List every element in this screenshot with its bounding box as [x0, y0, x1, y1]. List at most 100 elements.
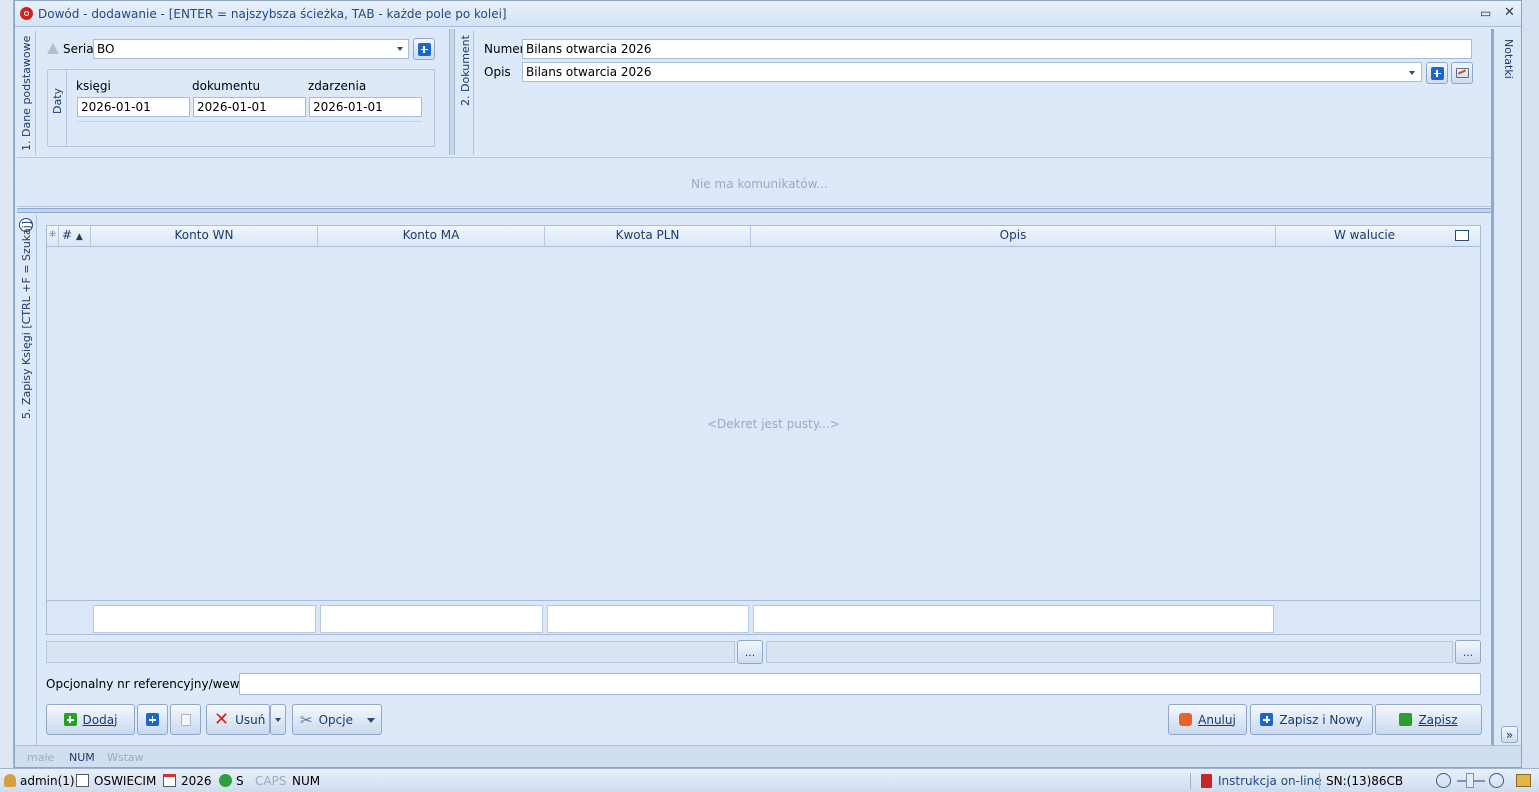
footer-konto-wn [93, 605, 316, 633]
plus-icon [417, 42, 431, 56]
column-konto-ma[interactable]: Konto MA [318, 226, 545, 246]
seria-select[interactable]: BO [93, 39, 409, 59]
grid-empty-text: <Dekret jest pusty...> [707, 417, 840, 431]
delete-entry-label: Usuń [235, 712, 266, 727]
zoom-slider-thumb[interactable] [1466, 773, 1474, 788]
horizontal-splitter[interactable] [17, 208, 1491, 213]
dates-underline [77, 121, 422, 122]
window-title: Dowód - dodawanie - [ENTER = najszybsza … [38, 7, 507, 21]
seria-icon [47, 42, 59, 54]
zdarzenia-date-field[interactable]: 2026-01-01 [309, 97, 422, 117]
online-icon [219, 774, 232, 787]
expand-button[interactable]: » [1501, 726, 1518, 743]
zoom-in-icon[interactable] [1489, 773, 1504, 788]
hash-column-header[interactable]: # ▲ [59, 226, 91, 246]
column-opis[interactable]: Opis [751, 226, 1276, 246]
background-app-strip [0, 0, 14, 768]
book-icon [1201, 774, 1212, 788]
inner-status-male: małe [27, 751, 55, 764]
sort-asc-icon: ▲ [75, 232, 83, 242]
save-and-new-button[interactable]: Zapisz i Nowy [1250, 704, 1373, 735]
document-panel: 2. Dokument Numer Bilans otwarcia 2026 O… [456, 31, 1490, 155]
ellipsis-left-button[interactable]: ... [737, 640, 763, 664]
column-chooser-icon[interactable] [1455, 230, 1469, 241]
cancel-button[interactable]: Anuluj [1168, 704, 1247, 735]
entries-grid[interactable]: ⁜ # ▲ Konto WN Konto MA Kwota PLN Opis W… [46, 225, 1481, 635]
add-entry-button[interactable]: Dodaj [46, 704, 135, 735]
column-konto-wn[interactable]: Konto WN [91, 226, 318, 246]
status-company[interactable]: OSWIECIM [94, 773, 156, 789]
status-year[interactable]: 2026 [181, 773, 212, 789]
plus-icon [1260, 713, 1274, 726]
tools-icon: ✂ [300, 710, 313, 729]
reference-label: Opcjonalny nr referencyjny/wewn. [46, 677, 252, 691]
dialog-window: Dowód - dodawanie - [ENTER = najszybsza … [14, 0, 1522, 768]
inner-status-num: NUM [69, 751, 95, 764]
reference-field[interactable] [239, 673, 1481, 695]
calendar-icon [163, 774, 176, 787]
user-icon [4, 774, 16, 787]
chevron-down-icon [367, 718, 375, 723]
messages-empty-text: Nie ma komunikatów... [691, 177, 828, 191]
edit-opis-button[interactable] [1451, 62, 1473, 84]
column-w-walucie[interactable]: W walucie [1276, 226, 1453, 246]
inner-status-bar: małe NUM Wstaw [15, 745, 1521, 767]
options-button[interactable]: ✂ Opcje [292, 704, 382, 735]
zoom-out-icon[interactable] [1436, 773, 1451, 788]
edit-icon [1455, 68, 1469, 78]
status-sep [1190, 773, 1191, 789]
delete-dropdown-button[interactable] [270, 704, 286, 735]
status-serial: SN:(13)86CB [1326, 774, 1404, 788]
tab-basic-data[interactable]: 1. Dane podstawowe [20, 36, 33, 151]
tab-divider [35, 31, 36, 155]
vertical-splitter[interactable] [449, 29, 455, 155]
opis-select[interactable]: Bilans otwarcia 2026 [522, 62, 1422, 82]
ellipsis-right-label: ... [1462, 645, 1474, 659]
entries-tab-divider [36, 215, 37, 745]
footer-kwota-pln [547, 605, 749, 633]
cancel-label: Anuluj [1198, 712, 1236, 727]
delete-entry-button[interactable]: ✕ Usuń [206, 704, 270, 735]
copy-entry-button[interactable] [170, 704, 201, 735]
ksiegi-date-field[interactable]: 2026-01-01 [77, 97, 190, 117]
seria-value: BO [97, 42, 115, 56]
notes-icon[interactable] [1516, 774, 1531, 787]
tab-notes[interactable]: Notatki [1502, 39, 1515, 79]
delete-x-icon: ✕ [214, 708, 230, 730]
numer-field[interactable]: Bilans otwarcia 2026 [522, 39, 1472, 59]
tab-document[interactable]: 2. Dokument [459, 35, 472, 106]
chevron-down-icon [397, 47, 403, 51]
dokumentu-date-field[interactable]: 2026-01-01 [193, 97, 306, 117]
company-icon [76, 774, 89, 787]
plus-icon [1430, 66, 1444, 80]
dates-group: Daty księgi 2026-01-01 dokumentu 2026-01… [47, 69, 435, 147]
save-and-new-label: Zapisz i Nowy [1279, 712, 1363, 727]
status-sep-2 [1319, 773, 1320, 789]
status-s: S [236, 774, 244, 788]
add-blue-button[interactable] [137, 704, 168, 735]
options-label: Opcje [318, 712, 353, 727]
opis-label: Opis [484, 65, 511, 79]
basic-data-panel: 1. Dane podstawowe Seria BO Daty księgi … [17, 31, 447, 155]
save-label: Zapisz [1418, 712, 1458, 727]
status-instruction-link[interactable]: Instrukcja on-line [1218, 773, 1322, 789]
close-icon[interactable]: ✕ [1504, 5, 1515, 21]
ellipsis-right-button[interactable]: ... [1455, 640, 1481, 664]
add-seria-button[interactable] [413, 38, 435, 60]
doc-tab-divider [473, 31, 474, 155]
save-button[interactable]: Zapisz [1375, 704, 1482, 735]
restore-icon[interactable]: ▭ [1480, 5, 1491, 21]
footer-opis [753, 605, 1274, 633]
plus-icon [146, 713, 159, 726]
dates-label: Daty [51, 87, 64, 114]
status-user[interactable]: admin(1) [20, 773, 75, 789]
account-detail-left [46, 641, 735, 663]
row-selector-header[interactable]: ⁜ [47, 226, 59, 246]
tab-entries[interactable]: 5. Zapisy Księgi [CTRL +F = Szukaj] [20, 221, 33, 419]
opis-value: Bilans otwarcia 2026 [526, 65, 652, 79]
column-kwota-pln[interactable]: Kwota PLN [545, 226, 751, 246]
grid-footer [47, 600, 1480, 634]
account-detail-right [766, 641, 1453, 663]
add-opis-button[interactable] [1426, 62, 1448, 84]
title-bar: Dowód - dodawanie - [ENTER = najszybsza … [15, 1, 1521, 27]
